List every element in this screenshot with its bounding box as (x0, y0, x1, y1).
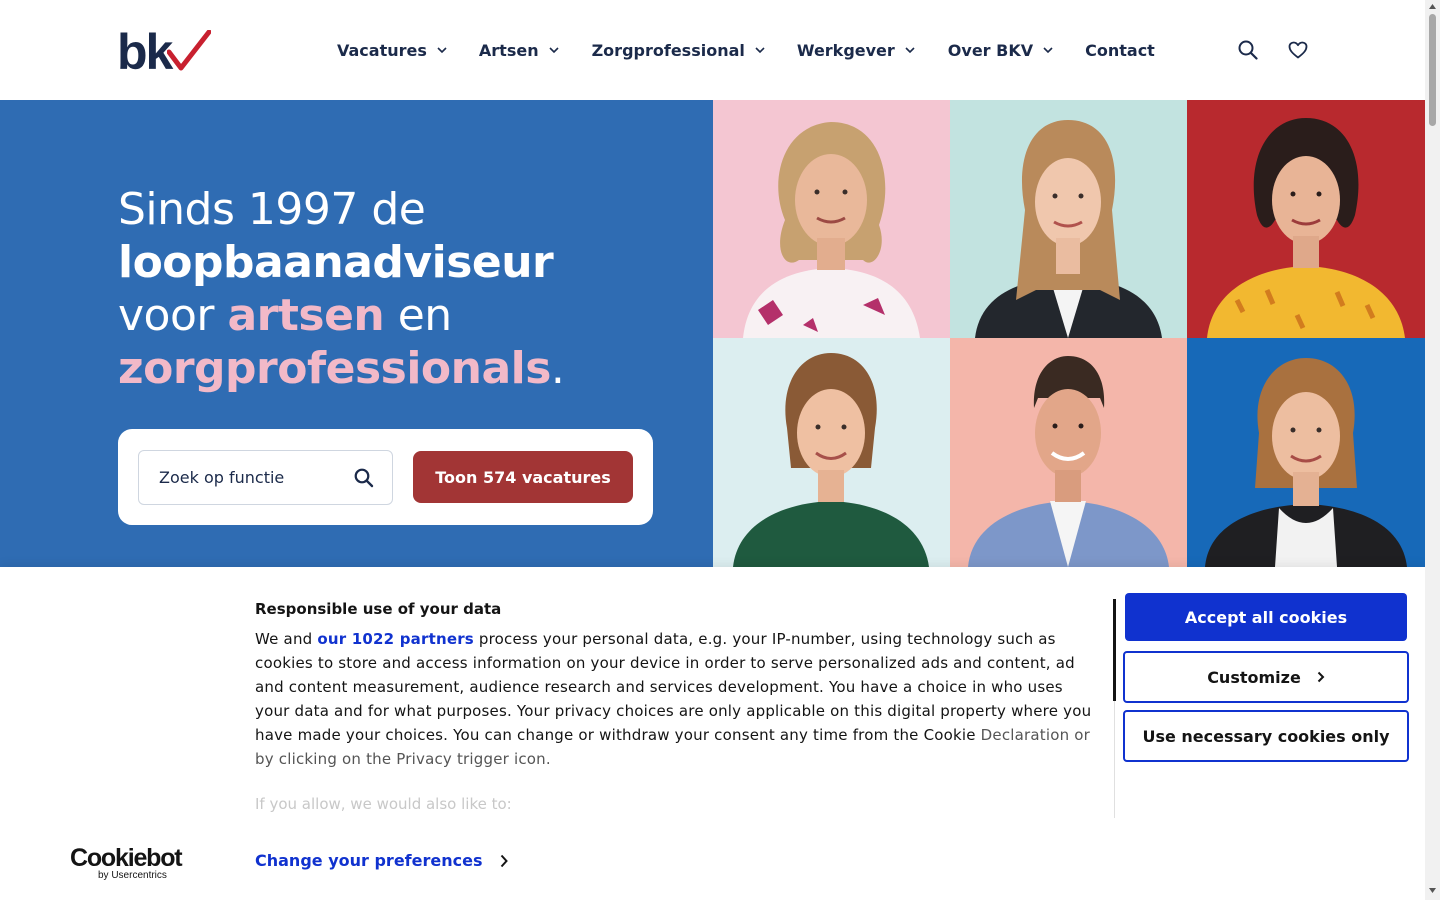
chevron-right-icon (1317, 671, 1325, 683)
cookie-title: Responsible use of your data (255, 600, 502, 618)
team-photo-grid (713, 100, 1425, 567)
search-icon[interactable] (1236, 38, 1260, 62)
cookie-body-prefix: We and (255, 630, 318, 648)
hero-headline: Sinds 1997 de loopbaanadviseur voor arts… (118, 183, 678, 395)
scroll-up-arrow-icon[interactable] (1429, 3, 1436, 10)
headline-period: . (550, 343, 565, 394)
headline-voor: voor (118, 290, 228, 341)
headline-artsen: artsen (227, 290, 385, 341)
change-preferences-label: Change your preferences (255, 851, 483, 870)
team-photo-4 (713, 338, 950, 567)
customize-button[interactable]: Customize (1123, 651, 1409, 703)
headline-line-1: Sinds 1997 de (118, 184, 426, 235)
scroll-indicator (1113, 599, 1116, 701)
cookie-consent-banner: Responsible use of your data We and our … (0, 567, 1425, 900)
job-search-card: Zoek op functie Toon 574 vacatures (118, 429, 653, 525)
logo-check-icon (167, 30, 212, 71)
chevron-down-icon (905, 46, 915, 54)
cookie-description: We and our 1022 partners process your pe… (255, 627, 1100, 771)
necessary-cookies-button[interactable]: Use necessary cookies only (1123, 710, 1409, 762)
team-photo-2 (950, 100, 1187, 338)
nav-item-artsen[interactable]: Artsen (479, 38, 559, 62)
nav-label: Zorgprofessional (591, 40, 745, 60)
heart-icon[interactable] (1286, 38, 1310, 62)
page-scrollbar[interactable] (1425, 0, 1440, 900)
chevron-down-icon (755, 46, 765, 54)
team-photo-1 (713, 100, 950, 338)
cookie-more-text: If you allow, we would also like to: (255, 795, 512, 813)
hero-section: Sinds 1997 de loopbaanadviseur voor arts… (0, 100, 713, 567)
main-nav: Vacatures Artsen Zorgprofessional Werkge… (337, 38, 1155, 62)
partners-link[interactable]: our 1022 partners (317, 630, 474, 648)
search-placeholder: Zoek op functie (159, 468, 285, 487)
cookiebot-name: Cookiebot (70, 844, 183, 872)
team-photo-3 (1187, 100, 1425, 338)
chevron-down-icon (1043, 46, 1053, 54)
nav-label: Over BKV (947, 40, 1034, 60)
chevron-down-icon (549, 46, 559, 54)
function-search-input[interactable]: Zoek op functie (138, 450, 393, 505)
headline-line-2: loopbaanadviseur (118, 237, 554, 288)
nav-label: Artsen (478, 40, 539, 60)
chevron-right-icon (500, 854, 509, 868)
logo-text: bk (117, 24, 173, 80)
site-header: bk Vacatures Artsen Zorgprofessional Wer… (0, 0, 1425, 100)
nav-label: Werkgever (796, 40, 895, 60)
nav-item-vacatures[interactable]: Vacatures (337, 38, 447, 62)
nav-item-werkgever[interactable]: Werkgever (797, 38, 915, 62)
nav-item-over-bkv[interactable]: Over BKV (948, 38, 1053, 62)
cookiebot-logo[interactable]: Cookiebot by Usercentrics (70, 844, 183, 881)
accept-all-cookies-button[interactable]: Accept all cookies (1125, 593, 1407, 641)
bkv-logo[interactable]: bk (117, 24, 212, 80)
nav-item-zorgprofessional[interactable]: Zorgprofessional (592, 38, 765, 62)
scroll-down-arrow-icon[interactable] (1429, 887, 1436, 894)
show-vacancies-button[interactable]: Toon 574 vacatures (413, 451, 633, 503)
customize-label: Customize (1207, 667, 1301, 687)
change-preferences-link[interactable]: Change your preferences (255, 851, 509, 870)
scrollbar-thumb[interactable] (1429, 14, 1436, 126)
nav-label: Vacatures (337, 40, 427, 60)
headline-zorgprofessionals: zorgprofessionals (118, 343, 551, 394)
chevron-down-icon (437, 46, 447, 54)
team-photo-6 (1187, 338, 1425, 567)
nav-label: Contact (1085, 40, 1155, 60)
nav-item-contact[interactable]: Contact (1085, 38, 1155, 62)
team-photo-5 (950, 338, 1187, 567)
search-icon[interactable] (354, 468, 374, 492)
scroll-track (1114, 701, 1115, 818)
headline-en: en (384, 290, 452, 341)
